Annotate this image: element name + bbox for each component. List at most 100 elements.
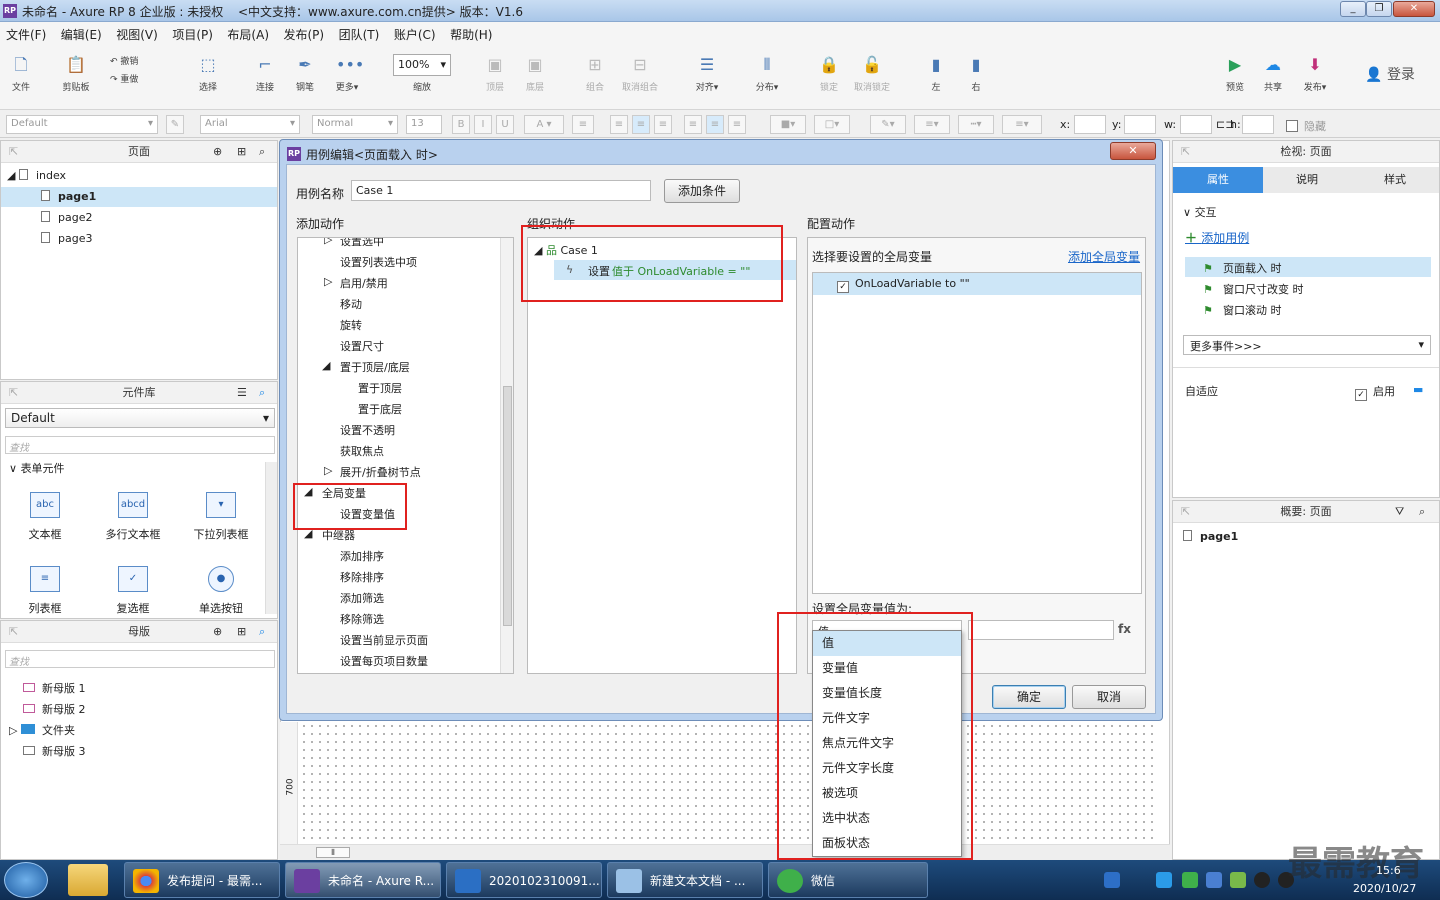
master-item[interactable]: 新母版 1 <box>23 680 86 696</box>
search-icon[interactable]: ⌕ <box>259 621 265 643</box>
ungroup-button[interactable]: ⊟ 取消组合 <box>618 54 662 93</box>
add-page-icon[interactable]: ⊕ <box>213 141 222 163</box>
unlock-button[interactable]: 🔓 取消锁定 <box>852 54 892 93</box>
action-item[interactable]: 设置当前显示页面 <box>340 632 428 648</box>
master-item[interactable]: 新母版 3 <box>23 743 86 759</box>
line-style-icon[interactable]: ┅▾ <box>958 115 994 134</box>
connect-button[interactable]: ⌐ 连接 <box>250 54 280 93</box>
page-page1[interactable]: page1 <box>1 187 277 207</box>
hide-checkbox[interactable]: 隐藏 <box>1286 118 1326 134</box>
task-wechat[interactable]: 微信 <box>768 862 928 898</box>
ime-icon[interactable] <box>1104 872 1120 888</box>
menu-publish[interactable]: 发布(P) <box>278 22 330 43</box>
explorer-icon[interactable] <box>68 864 108 896</box>
ok-button[interactable]: 确定 <box>992 685 1066 709</box>
share-button[interactable]: ☁ 共享 <box>1260 54 1286 93</box>
widget-radio[interactable]: ● 单选按钮 <box>181 566 261 616</box>
menu-file[interactable]: 文件(F) <box>0 22 51 43</box>
interaction-section[interactable]: ∨ 交互 <box>1183 204 1217 220</box>
action-item[interactable]: 添加筛选 <box>340 590 384 606</box>
send-to-back-button[interactable]: ▣ 底层 <box>520 54 550 93</box>
fill-color-icon[interactable]: ■▾ <box>770 115 806 134</box>
collapse-icon[interactable]: ⇱ <box>9 382 18 404</box>
menu-account[interactable]: 账户(C) <box>388 22 441 43</box>
action-item[interactable]: 设置列表选中项 <box>340 254 417 270</box>
valign-middle-icon[interactable]: ≡ <box>706 115 724 134</box>
action-item[interactable]: 设置每页项目数量 <box>340 653 428 669</box>
shadow-icon[interactable]: □▾ <box>814 115 850 134</box>
cancel-button[interactable]: 取消 <box>1072 685 1146 709</box>
page-page3[interactable]: page3 <box>41 232 92 245</box>
close-button[interactable]: ✕ <box>1393 1 1435 17</box>
search-icon[interactable]: ⌕ <box>259 382 265 404</box>
action-item[interactable]: 移动 <box>340 296 362 312</box>
add-condition-button[interactable]: 添加条件 <box>664 179 740 203</box>
action-list-scrollbar[interactable] <box>500 238 513 673</box>
widget-checkbox[interactable]: ✓ 复选框 <box>93 566 173 616</box>
menu-layout[interactable]: 布局(A) <box>221 22 274 43</box>
menu-help[interactable]: 帮助(H) <box>444 22 497 43</box>
font-size-select[interactable]: 13 <box>406 115 442 134</box>
tray-app-icon[interactable] <box>1156 872 1172 888</box>
distribute-button[interactable]: ⦀ 分布▾ <box>750 54 784 93</box>
underline-icon[interactable]: U <box>496 115 514 134</box>
adaptive-settings-icon[interactable]: ▬ <box>1413 383 1423 396</box>
align-button[interactable]: ☰ 对齐▾ <box>690 54 724 93</box>
tab-style[interactable]: 样式 <box>1351 167 1439 193</box>
y-input[interactable] <box>1124 115 1156 134</box>
italic-icon[interactable]: I <box>474 115 492 134</box>
widget-textbox[interactable]: abc 文本框 <box>5 492 85 542</box>
weight-select[interactable]: Normal ▾ <box>312 115 398 134</box>
collapse-icon[interactable]: ⇱ <box>9 621 18 643</box>
restore-button[interactable]: ❐ <box>1366 1 1392 17</box>
menu-edit[interactable]: 编辑(E) <box>55 22 107 43</box>
action-item[interactable]: 置于顶层 <box>358 380 402 396</box>
library-search-input[interactable]: 查找 <box>5 436 275 454</box>
font-color-icon[interactable]: A ▾ <box>524 115 564 134</box>
add-master-icon[interactable]: ⊕ <box>213 621 222 643</box>
h-input[interactable] <box>1242 115 1274 134</box>
masters-search-input[interactable]: 查找 <box>5 650 275 668</box>
zoom-select[interactable]: 100% ▾ <box>393 54 451 76</box>
action-item[interactable]: 移除筛选 <box>340 611 384 627</box>
menu-icon[interactable]: ☰ <box>237 382 247 404</box>
outline-item[interactable]: page1 <box>1183 530 1238 543</box>
tab-properties[interactable]: 属性 <box>1173 167 1263 193</box>
minimize-button[interactable]: _ <box>1340 1 1366 17</box>
arrow-style-icon[interactable]: ≡▾ <box>1002 115 1042 134</box>
menu-project[interactable]: 项目(P) <box>166 22 218 43</box>
tray-wechat-icon[interactable] <box>1182 872 1198 888</box>
tray-qq-icon[interactable] <box>1254 872 1270 888</box>
event-window-scroll[interactable]: ⚑ 窗口滚动 时 <box>1203 302 1282 318</box>
start-button[interactable] <box>4 862 48 898</box>
widget-textarea[interactable]: abcd 多行文本框 <box>93 492 173 542</box>
add-folder-icon[interactable]: ⊞ <box>237 621 246 643</box>
action-item[interactable]: 置于底层 <box>358 401 402 417</box>
horizontal-scrollbar[interactable]: ⦀ <box>280 844 1170 860</box>
clock-date[interactable]: 2020/10/27 <box>1353 882 1416 895</box>
task-notepad[interactable]: 新建文本文档 - ... <box>607 862 763 898</box>
master-item[interactable]: 新母版 2 <box>23 701 86 717</box>
preview-button[interactable]: ▶ 预览 <box>1222 54 1248 93</box>
case-name-input[interactable]: Case 1 <box>351 180 651 201</box>
clipboard-button[interactable]: 📋 剪贴板 <box>56 54 96 93</box>
action-item[interactable]: 移除排序 <box>340 569 384 585</box>
x-input[interactable] <box>1074 115 1106 134</box>
align-right-icon[interactable]: ≡ <box>654 115 672 134</box>
action-item[interactable]: 设置选中 <box>340 238 384 249</box>
action-item[interactable]: 获取焦点 <box>340 443 384 459</box>
scroll-thumb[interactable]: ⦀ <box>316 847 350 858</box>
scroll-thumb[interactable] <box>503 386 512 626</box>
action-item[interactable]: 添加排序 <box>340 548 384 564</box>
bullet-icon[interactable]: ≡ <box>572 115 594 134</box>
style-edit-icon[interactable]: ✎ <box>166 115 184 134</box>
valign-bottom-icon[interactable]: ≡ <box>728 115 746 134</box>
group-button[interactable]: ⊞ 组合 <box>580 54 610 93</box>
publish-button[interactable]: ⬇ 发布▾ <box>1298 54 1332 93</box>
task-axure[interactable]: 未命名 - Axure R... <box>285 862 441 898</box>
library-scrollbar[interactable] <box>265 462 277 614</box>
collapse-icon[interactable]: ⇱ <box>9 141 18 163</box>
search-icon[interactable]: ⌕ <box>1419 501 1425 523</box>
action-item[interactable]: 设置不透明 <box>340 422 395 438</box>
undo-button[interactable]: ↶ 撤销 <box>110 54 150 67</box>
